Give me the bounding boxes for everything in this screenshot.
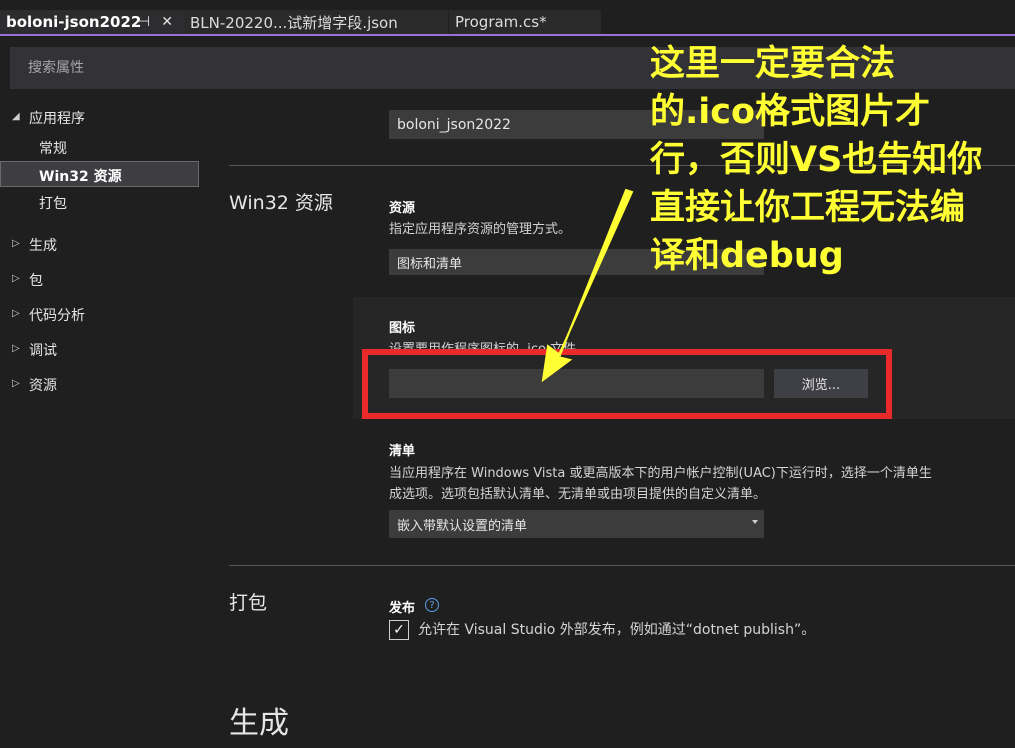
document-tab-strip: boloni-json2022 ⊣ ✕ BLN-20220...试新增字段.js…: [0, 0, 1015, 41]
section-title-win32: Win32 资源: [229, 192, 333, 214]
sidebar-group-build[interactable]: 生成: [29, 235, 57, 255]
sidebar-item-win32-resources[interactable]: Win32 资源: [39, 166, 122, 186]
manifest-select-value: 嵌入带默认设置的清单: [397, 518, 528, 534]
tab-label: boloni-json2022: [6, 13, 142, 31]
icon-label: 图标: [389, 321, 416, 336]
sidebar-item-general[interactable]: 常规: [39, 138, 67, 158]
close-icon[interactable]: ✕: [161, 14, 173, 30]
manifest-description-line2: 成选项。选项包括默认清单、无清单或由项目提供的自定义清单。: [389, 487, 767, 502]
annotation-line: 直接让你工程无法编: [650, 188, 966, 228]
collapsed-triangle-icon[interactable]: ▷: [12, 343, 20, 354]
annotation-line: 行，否则VS也告知你: [650, 140, 983, 180]
tab-bln-json[interactable]: BLN-20220...试新增字段.json: [184, 10, 448, 34]
checkmark-icon: ✓: [393, 622, 405, 638]
expanded-triangle-icon[interactable]: ◢: [12, 111, 20, 122]
chevron-down-icon: [752, 520, 758, 524]
annotation-line: 译和debug: [650, 236, 844, 276]
annotation-line: 的.ico格式图片才: [650, 92, 931, 132]
search-placeholder: 搜索属性: [28, 60, 84, 76]
allow-external-publish-checkbox[interactable]: ✓: [389, 620, 409, 640]
collapsed-triangle-icon[interactable]: ▷: [12, 308, 20, 319]
sidebar-group-package[interactable]: 包: [29, 270, 43, 290]
manifest-description-line1: 当应用程序在 Windows Vista 或更高版本下的用户帐户控制(UAC)下…: [389, 466, 932, 481]
resources-description: 指定应用程序资源的管理方式。: [389, 222, 572, 237]
pin-icon[interactable]: ⊣: [138, 14, 150, 30]
sidebar-item-packaging[interactable]: 打包: [39, 193, 67, 213]
resources-label: 资源: [389, 201, 416, 216]
collapsed-triangle-icon[interactable]: ▷: [12, 273, 20, 284]
tab-accent-line: [0, 34, 1015, 36]
annotation-highlight-box: [362, 349, 892, 419]
collapsed-triangle-icon[interactable]: ▷: [12, 378, 20, 389]
annotation-note: 这里一定要合法 的.ico格式图片才 行，否则VS也告知你 直接让你工程无法编 …: [650, 40, 1015, 280]
manifest-label: 清单: [389, 444, 416, 459]
sidebar-group-code-analysis[interactable]: 代码分析: [29, 305, 85, 325]
help-icon[interactable]: ?: [425, 598, 439, 612]
sidebar-group-application[interactable]: 应用程序: [29, 108, 85, 128]
sidebar-group-resources[interactable]: 资源: [29, 375, 57, 395]
manifest-select[interactable]: 嵌入带默认设置的清单: [389, 510, 764, 538]
allow-external-publish-label: 允许在 Visual Studio 外部发布，例如通过“dotnet publi…: [418, 622, 816, 638]
publish-label: 发布: [389, 601, 416, 616]
section-title-build: 生成: [229, 706, 289, 741]
sidebar-group-debug[interactable]: 调试: [29, 340, 57, 360]
annotation-line: 这里一定要合法: [650, 44, 896, 84]
tab-label: BLN-20220...试新增字段.json: [190, 13, 398, 32]
section-title-packaging: 打包: [229, 592, 268, 614]
tab-program-cs[interactable]: Program.cs*: [449, 10, 601, 34]
collapsed-triangle-icon[interactable]: ▷: [12, 238, 20, 249]
tab-actions: ⊣ ✕: [138, 10, 173, 34]
section-divider: [229, 565, 1015, 566]
tab-label: Program.cs*: [455, 13, 547, 31]
tab-boloni-json2022[interactable]: boloni-json2022 ⊣ ✕: [0, 10, 184, 34]
